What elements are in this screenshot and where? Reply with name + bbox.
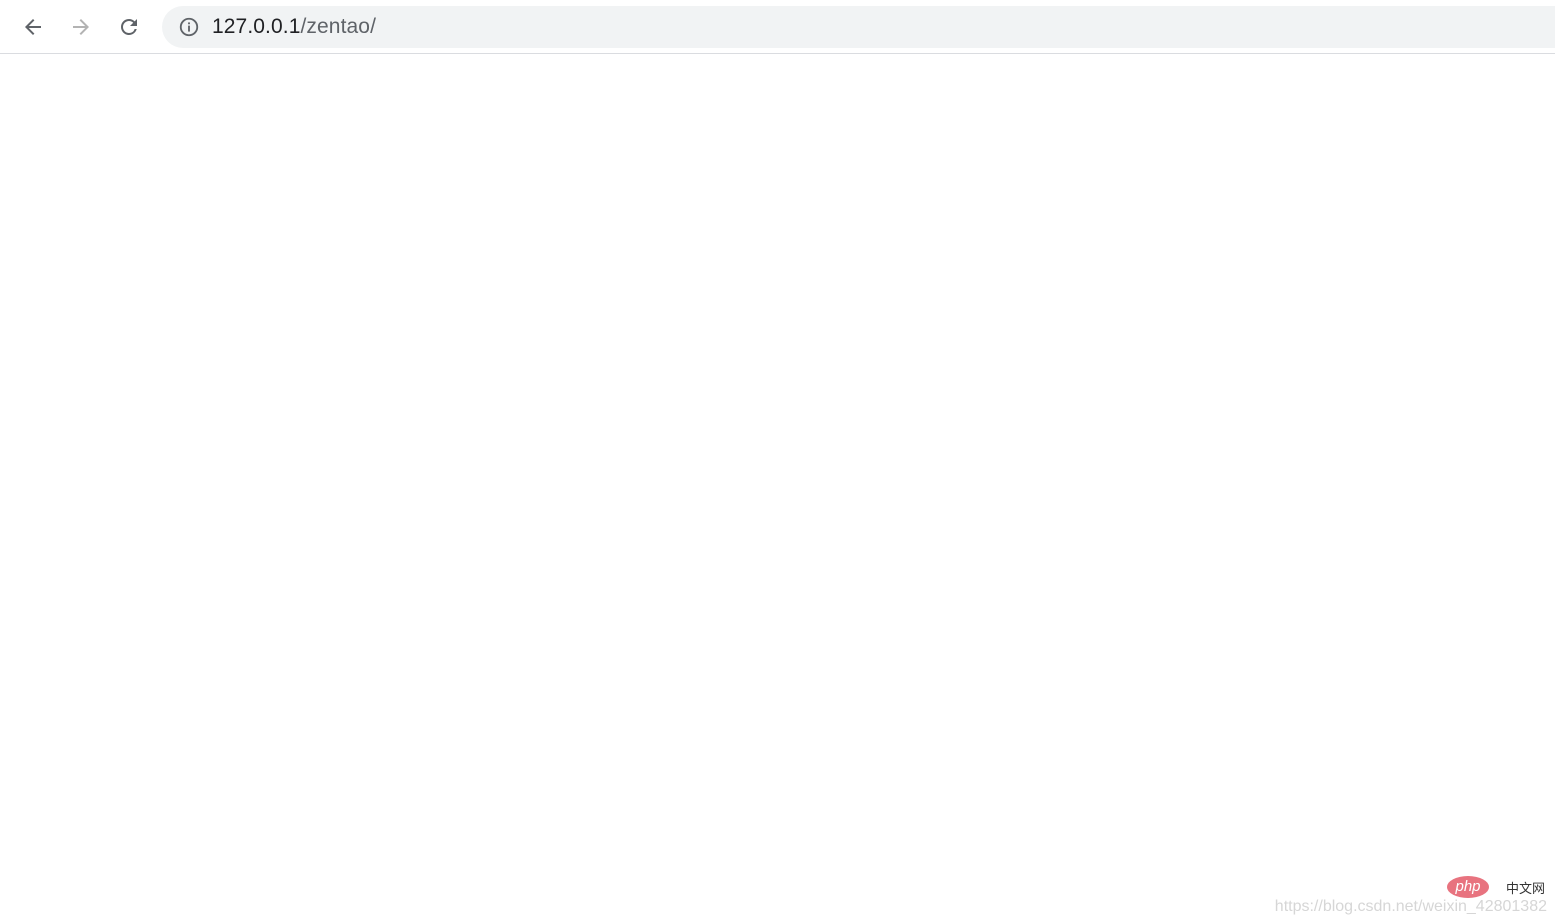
url-path: /zentao/: [300, 15, 377, 38]
url-host: 127.0.0.1: [212, 15, 301, 38]
back-button[interactable]: [13, 7, 53, 47]
info-circle-icon[interactable]: [178, 16, 200, 38]
reload-icon: [121, 19, 137, 35]
arrow-right-icon: [73, 19, 89, 35]
watermark-url: https://blog.csdn.net/weixin_42801382: [1274, 898, 1547, 915]
page-content: php 中文网 https://blog.csdn.net/weixin_428…: [0, 55, 1555, 920]
reload-button[interactable]: [109, 7, 149, 47]
php-logo-label: 中文网: [1505, 882, 1545, 897]
arrow-left-icon: [25, 19, 41, 35]
forward-button[interactable]: [61, 7, 101, 47]
watermark: php 中文网 https://blog.csdn.net/weixin_428…: [1247, 876, 1547, 916]
address-bar[interactable]: 127.0.0.1/zentao/: [162, 6, 1555, 48]
browser-toolbar: 127.0.0.1/zentao/: [0, 0, 1555, 54]
php-logo: php: [1447, 876, 1489, 898]
url-text[interactable]: 127.0.0.1/zentao/: [212, 6, 376, 48]
